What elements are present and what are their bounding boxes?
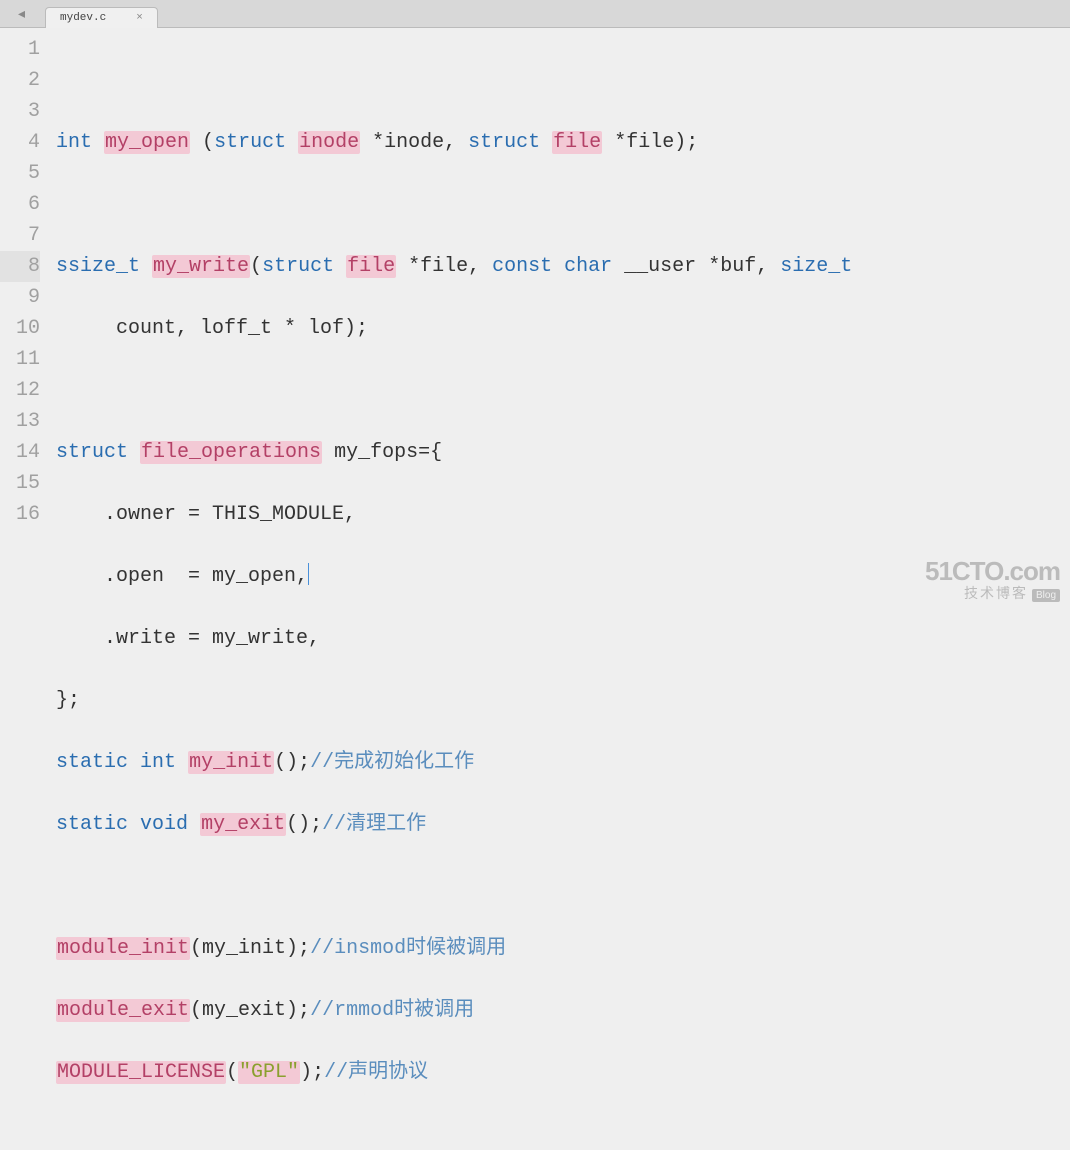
code-line: .write = my_write, — [56, 623, 1070, 654]
keyword: size_t — [780, 255, 852, 278]
line-number: 7 — [0, 220, 40, 251]
function-name: my_exit — [200, 813, 286, 836]
line-number: 5 — [0, 158, 40, 189]
line-number: 10 — [0, 313, 40, 344]
keyword: const — [492, 255, 552, 278]
type-name: inode — [298, 131, 360, 154]
string-literal: "GPL" — [238, 1061, 300, 1084]
code-text: (); — [274, 751, 310, 774]
function-name: my_open — [104, 131, 190, 154]
line-number: 4 — [0, 127, 40, 158]
line-number: 2 — [0, 65, 40, 96]
code-line: static void my_exit();//清理工作 — [56, 809, 1070, 840]
function-name: module_init — [56, 937, 190, 960]
editor: 1 2 3 4 5 6 7 8 9 10 11 12 13 14 15 16 i… — [0, 28, 1070, 613]
code-line — [56, 871, 1070, 902]
type-name: file — [552, 131, 602, 154]
code-text: count, loff_t * lof); — [56, 317, 368, 340]
line-number: 8 — [0, 251, 40, 282]
comment: //声明协议 — [324, 1061, 428, 1084]
code-text: .owner = THIS_MODULE, — [56, 503, 356, 526]
code-text: __user *buf, — [612, 255, 780, 278]
code-line: }; — [56, 685, 1070, 716]
keyword: void — [140, 813, 188, 836]
keyword: ssize_t — [56, 255, 140, 278]
watermark-title: 51CTO.com — [925, 557, 1060, 586]
keyword: struct — [56, 441, 128, 464]
code-line: struct file_operations my_fops={ — [56, 437, 1070, 468]
watermark-badge: Blog — [1032, 589, 1060, 602]
code-text: (my_exit); — [190, 999, 310, 1022]
tab-filename: mydev.c — [60, 12, 106, 24]
line-number: 13 — [0, 406, 40, 437]
line-number: 16 — [0, 499, 40, 530]
function-name: MODULE_LICENSE — [56, 1061, 226, 1084]
code-line: .owner = THIS_MODULE, — [56, 499, 1070, 530]
function-name: my_init — [188, 751, 274, 774]
code-line — [56, 189, 1070, 220]
code-text: (); — [286, 813, 322, 836]
watermark-subtitle: 技术博客 — [964, 585, 1028, 601]
code-line: module_exit(my_exit);//rmmod时被调用 — [56, 995, 1070, 1026]
keyword: struct — [468, 131, 540, 154]
tab-add-icon[interactable]: ◂ — [18, 6, 32, 20]
code-line: static int my_init();//完成初始化工作 — [56, 747, 1070, 778]
keyword: struct — [214, 131, 286, 154]
line-number: 1 — [0, 34, 40, 65]
code-line: count, loff_t * lof); — [56, 313, 1070, 344]
code-line: .open = my_open, — [56, 561, 1070, 592]
code-text: (my_init); — [190, 937, 310, 960]
line-number: 6 — [0, 189, 40, 220]
code-text: *file, — [396, 255, 492, 278]
keyword: char — [564, 255, 612, 278]
type-name: file — [346, 255, 396, 278]
code-text: .write = my_write, — [56, 627, 320, 650]
line-number: 14 — [0, 437, 40, 468]
code-line: module_init(my_init);//insmod时候被调用 — [56, 933, 1070, 964]
function-name: module_exit — [56, 999, 190, 1022]
code-text: ); — [300, 1061, 324, 1084]
type-name: file_operations — [140, 441, 322, 464]
code-line: MODULE_LICENSE("GPL");//声明协议 — [56, 1057, 1070, 1088]
line-number: 12 — [0, 375, 40, 406]
file-tab[interactable]: mydev.c × — [45, 7, 158, 28]
code-text: }; — [56, 689, 80, 712]
keyword: int — [140, 751, 176, 774]
keyword: struct — [262, 255, 334, 278]
code-text: ( — [226, 1061, 238, 1084]
comment: //清理工作 — [322, 813, 426, 836]
tab-bar: mydev.c × — [0, 0, 1070, 28]
keyword: static — [56, 813, 128, 836]
function-name: my_write — [152, 255, 250, 278]
comment: //完成初始化工作 — [310, 751, 474, 774]
code-text: .open = my_open, — [56, 565, 308, 588]
code-line: ssize_t my_write(struct file *file, cons… — [56, 251, 1070, 282]
line-number: 9 — [0, 282, 40, 313]
close-icon[interactable]: × — [136, 12, 143, 24]
comment: //insmod时候被调用 — [310, 937, 506, 960]
line-number: 11 — [0, 344, 40, 375]
code-line — [56, 65, 1070, 96]
watermark: 51CTO.com 技术博客 Blog — [925, 557, 1060, 603]
code-line: int my_open (struct inode *inode, struct… — [56, 127, 1070, 158]
code-area[interactable]: int my_open (struct inode *inode, struct… — [50, 28, 1070, 613]
code-line — [56, 375, 1070, 406]
code-text: *file); — [602, 131, 698, 154]
line-number: 15 — [0, 468, 40, 499]
code-text: *inode, — [360, 131, 468, 154]
keyword: int — [56, 131, 92, 154]
code-text: my_fops={ — [322, 441, 442, 464]
keyword: static — [56, 751, 128, 774]
line-gutter: 1 2 3 4 5 6 7 8 9 10 11 12 13 14 15 16 — [0, 28, 50, 613]
text-cursor — [308, 563, 309, 585]
line-number: 3 — [0, 96, 40, 127]
comment: //rmmod时被调用 — [310, 999, 474, 1022]
